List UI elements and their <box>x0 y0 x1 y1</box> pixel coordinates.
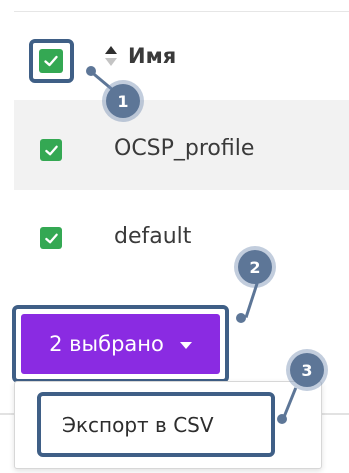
callout-badge: 2 <box>238 250 272 284</box>
callout-connector <box>244 282 259 318</box>
menu-item-export-csv[interactable]: Экспорт в CSV <box>62 412 214 438</box>
callout-pointer <box>236 313 246 323</box>
select-all-checkbox[interactable] <box>39 49 63 73</box>
chevron-down-icon <box>179 341 192 349</box>
row-name: default <box>114 224 192 249</box>
callout-badge: 1 <box>106 84 140 118</box>
callout-pointer <box>277 414 287 424</box>
check-icon <box>44 55 58 67</box>
check-icon <box>44 145 58 155</box>
column-header-name[interactable]: Имя <box>128 44 176 68</box>
divider <box>0 413 14 415</box>
selection-dropdown-button[interactable]: 2 выбрано <box>21 314 220 374</box>
selection-label: 2 выбрано <box>49 332 164 356</box>
divider <box>14 11 349 12</box>
row-checkbox[interactable] <box>40 227 62 249</box>
check-icon <box>44 233 58 243</box>
row-checkbox[interactable] <box>40 139 62 161</box>
row-name: OCSP_profile <box>114 136 255 161</box>
callout-badge: 3 <box>290 353 324 387</box>
divider <box>322 413 349 415</box>
sort-icon[interactable] <box>104 44 118 68</box>
